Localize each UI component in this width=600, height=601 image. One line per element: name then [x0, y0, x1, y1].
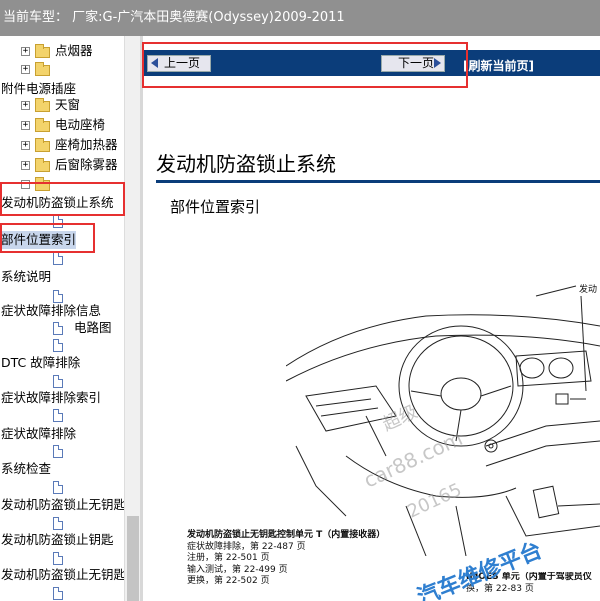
- tree-item-label[interactable]: 点烟器: [55, 42, 93, 60]
- tree-item-label[interactable]: 发动机防盗锁止无钥匙: [1, 566, 124, 584]
- prev-page-button[interactable]: 上一页: [147, 55, 211, 72]
- folder-icon: [35, 138, 50, 152]
- tree-item-label[interactable]: 症状故障排除信息: [1, 302, 101, 320]
- refresh-page-link[interactable]: [刷新当前页]: [463, 57, 534, 74]
- watermark-3: 20165: [404, 479, 465, 522]
- arrow-left-icon: [151, 58, 158, 68]
- tree-item-label[interactable]: 电动座椅: [55, 116, 105, 134]
- document-icon: [53, 215, 63, 228]
- tree-item-label[interactable]: 天窗: [55, 96, 80, 114]
- tree-item-label[interactable]: 座椅加热器: [55, 136, 118, 154]
- next-page-label: 下一页: [398, 56, 435, 70]
- document-icon: [53, 552, 63, 565]
- document-icon: [53, 481, 63, 494]
- folder-icon: [35, 118, 50, 132]
- caption-line-4: 更换，第 22-502 页: [187, 576, 270, 586]
- folder-icon: [35, 98, 50, 112]
- collapse-icon[interactable]: −: [21, 180, 30, 189]
- caption-line-2: 注册，第 22-501 页: [187, 553, 270, 563]
- tree-item-label[interactable]: 发动机防盗锁止无钥匙: [1, 496, 124, 514]
- tree-scrollbar[interactable]: [124, 36, 140, 601]
- tree-item-label[interactable]: 症状故障排除索引: [1, 389, 101, 407]
- tree-item-label[interactable]: 发动机防盗锁止系统: [1, 194, 114, 212]
- title-rule: [156, 180, 600, 183]
- tree-item-label[interactable]: 后窗除雾器: [55, 156, 118, 174]
- folder-icon: [35, 177, 50, 191]
- tree-item-label[interactable]: 系统检查: [1, 460, 51, 478]
- dashboard-illustration: 发动 超级 car88.com 20165: [286, 283, 600, 556]
- document-title: 发动机防盗锁止系统: [156, 152, 336, 176]
- document-icon: [53, 252, 63, 265]
- expand-icon[interactable]: +: [21, 65, 30, 74]
- callout-label: 发动: [579, 283, 597, 295]
- document-icon: [53, 517, 63, 530]
- document-subtitle: 部件位置索引: [170, 198, 261, 216]
- folder-icon: [35, 62, 50, 76]
- watermark-1: 超级: [379, 401, 421, 435]
- tree-item-label[interactable]: 症状故障排除: [1, 425, 76, 443]
- document-pane: 上一页 下一页 [刷新当前页] 发动机防盗锁止系统 部件位置索引 发动 超级 c…: [143, 36, 600, 601]
- document-icon: [53, 322, 63, 335]
- folder-icon: [35, 44, 50, 58]
- tree-item-label[interactable]: 系统说明: [1, 268, 51, 286]
- model-header: 当前车型： 厂家:G-广汽本田奥德赛(Odyssey)2009-2011: [0, 0, 600, 36]
- document-icon: [53, 339, 63, 352]
- document-icon: [53, 445, 63, 458]
- folder-icon: [35, 158, 50, 172]
- tree-item-label[interactable]: 发动机防盗锁止钥匙: [1, 531, 114, 549]
- prev-page-label: 上一页: [164, 56, 201, 70]
- expand-icon[interactable]: +: [21, 141, 30, 150]
- page-nav-bar: 上一页 下一页 [刷新当前页]: [143, 50, 600, 76]
- caption-heading: 发动机防盗锁止无钥匙控制单元 T（内置接收器）: [187, 530, 386, 540]
- tree-item-label[interactable]: 电路图: [74, 319, 112, 337]
- next-page-button[interactable]: 下一页: [381, 55, 445, 72]
- caption-immobilizer-unit: 发动机防盗锁止无钥匙控制单元 T（内置接收器） 症状故障排除，第 22-487 …: [187, 530, 437, 588]
- tree-item-label[interactable]: 部件位置索引: [1, 231, 77, 249]
- navigation-tree: + 点烟器 + 附件电源插座 + 天窗 + 电动座椅 + 座椅加热器 + 后窗除雾器 − 发动机防盗锁止系…: [0, 36, 124, 601]
- scrollbar-thumb[interactable]: [127, 516, 139, 601]
- arrow-right-icon: [434, 58, 441, 68]
- caption-line-3: 输入测试，第 22-499 页: [187, 564, 288, 575]
- expand-icon[interactable]: +: [21, 121, 30, 130]
- expand-icon[interactable]: +: [21, 47, 30, 56]
- expand-icon[interactable]: +: [21, 101, 30, 110]
- document-icon: [53, 375, 63, 388]
- expand-icon[interactable]: +: [21, 161, 30, 170]
- tree-item-label[interactable]: DTC 故障排除: [1, 354, 80, 372]
- caption-line-1: 症状故障排除，第 22-487 页: [187, 541, 306, 552]
- model-title: 当前车型： 厂家:G-广汽本田奥德赛(Odyssey)2009-2011: [3, 10, 345, 25]
- document-icon: [53, 409, 63, 422]
- document-icon: [53, 587, 63, 600]
